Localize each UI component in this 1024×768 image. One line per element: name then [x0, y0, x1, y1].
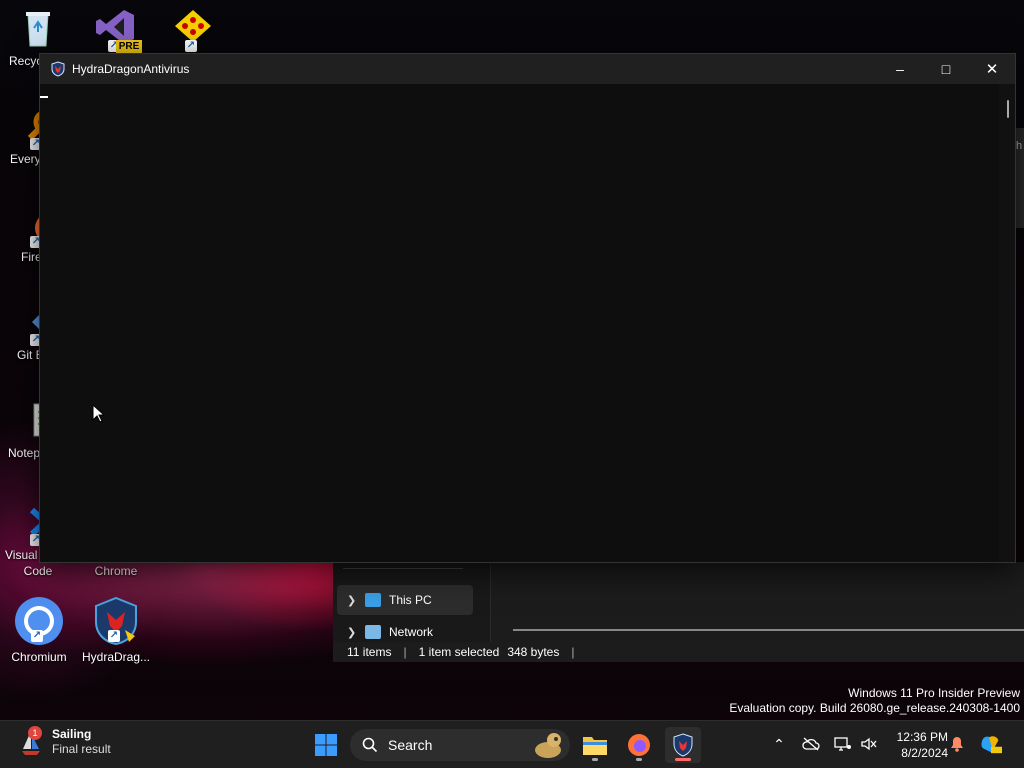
- computer-icon: [365, 593, 381, 607]
- show-hidden-icons-chevron-up-icon[interactable]: ⌃: [768, 733, 790, 755]
- hydradragon-icon: [673, 733, 693, 757]
- desktop-icon-label: Chromium: [11, 650, 67, 664]
- desktop-icon-label: Chrome: [94, 564, 138, 578]
- desktop-icon-visual-studio[interactable]: ↗ PRE: [78, 6, 154, 54]
- chromium-icon: ↗: [15, 596, 63, 645]
- shortcut-arrow-icon: ↗: [108, 630, 120, 642]
- text-caret: [40, 96, 48, 98]
- horizontal-scrollbar[interactable]: [513, 629, 1024, 631]
- vertical-scrollbar-thumb[interactable]: [1007, 100, 1009, 118]
- visual-studio-preview-icon: ↗ PRE: [94, 6, 142, 54]
- notification-badge: 1: [28, 726, 42, 740]
- preview-badge: PRE: [116, 40, 142, 54]
- running-indicator: [636, 758, 642, 761]
- search-highlight-icon: [535, 733, 561, 758]
- windows-evaluation-watermark: Windows 11 Pro Insider Preview Evaluatio…: [729, 686, 1020, 716]
- clock-date: 8/2/2024: [901, 746, 948, 760]
- desktop-icon-label: Code: [23, 564, 53, 578]
- nav-item-this-pc[interactable]: ❯ This PC: [337, 585, 473, 615]
- background-window-text: h: [1016, 140, 1023, 152]
- onedrive-offline-icon[interactable]: [800, 733, 822, 755]
- taskbar-hydradragon[interactable]: [665, 727, 701, 763]
- windows-logo-icon: [315, 734, 337, 756]
- minimize-button[interactable]: –: [877, 54, 923, 84]
- weather-widget[interactable]: 1 Sailing Final result: [20, 726, 111, 757]
- explorer-nav-pane: ❯ This PC ❯ Network: [333, 562, 491, 642]
- vertical-scroll-track[interactable]: [999, 84, 1015, 562]
- taskbar-search[interactable]: Search: [350, 729, 570, 761]
- notification-bell-icon[interactable]: [946, 733, 968, 755]
- firefox-icon: [628, 734, 650, 756]
- search-label: Search: [388, 737, 433, 753]
- taskbar: 1 Sailing Final result Search ⌃ 12:36 PM: [0, 720, 1024, 768]
- start-button[interactable]: [308, 727, 344, 763]
- status-size: 348 bytes: [507, 645, 560, 659]
- active-indicator: [675, 758, 691, 761]
- nav-item-label: This PC: [389, 593, 432, 607]
- folder-icon: [583, 737, 607, 755]
- desktop-icon-pidgin[interactable]: ↗: [155, 6, 231, 54]
- copilot-preview-icon[interactable]: [980, 733, 1002, 755]
- explorer-status-bar: 11 items | 1 item selected 348 bytes |: [333, 642, 1024, 662]
- watermark-line-1: Windows 11 Pro Insider Preview: [848, 686, 1020, 700]
- hydradragon-window[interactable]: HydraDragonAntivirus – □ ✕: [39, 53, 1016, 563]
- clock-time: 12:36 PM: [896, 730, 948, 744]
- desktop-icon-chromium[interactable]: ↗ Chromium: [1, 596, 77, 664]
- network-icon: [365, 625, 381, 639]
- status-selection: 1 item selected: [418, 645, 500, 659]
- shortcut-arrow-icon: ↗: [185, 40, 197, 52]
- status-separator: |: [403, 645, 407, 659]
- volume-muted-icon[interactable]: [858, 733, 880, 755]
- pidgin-icon: ↗: [171, 6, 215, 52]
- window-title: HydraDragonAntivirus: [72, 62, 190, 76]
- watermark-line-2: Evaluation copy. Build 26080.ge_release.…: [729, 701, 1020, 715]
- widget-title: Sailing: [52, 727, 92, 741]
- close-button[interactable]: ✕: [969, 54, 1015, 84]
- desktop-icon-label-chrome[interactable]: Chrome: [78, 564, 154, 578]
- mouse-pointer-icon: [92, 404, 104, 423]
- app-content-area[interactable]: [40, 84, 1015, 562]
- desktop-icon-hydradragon[interactable]: ↗ HydraDrag...: [78, 596, 154, 664]
- status-separator: |: [571, 645, 575, 659]
- file-explorer-window: ❯ This PC ❯ Network 11 items | 1 item se…: [333, 562, 1024, 662]
- shield-icon: [51, 61, 65, 77]
- desktop-icon-label-code: Code: [0, 564, 76, 578]
- widget-subtitle: Final result: [52, 742, 111, 756]
- nav-divider: [343, 568, 463, 569]
- window-titlebar[interactable]: HydraDragonAntivirus – □ ✕: [40, 54, 1015, 84]
- status-item-count: 11 items: [347, 645, 392, 659]
- system-clock[interactable]: 12:36 PM 8/2/2024: [884, 729, 948, 761]
- search-icon: [362, 737, 378, 753]
- desktop-icon-label: HydraDrag...: [81, 650, 151, 664]
- chevron-right-icon[interactable]: ❯: [347, 626, 357, 639]
- nav-item-label: Network: [389, 625, 434, 639]
- maximize-button[interactable]: □: [923, 54, 969, 84]
- running-indicator: [592, 758, 598, 761]
- taskbar-file-explorer[interactable]: [577, 727, 613, 763]
- chevron-right-icon[interactable]: ❯: [347, 594, 357, 607]
- hydradragon-icon: ↗: [94, 596, 138, 646]
- shortcut-arrow-icon: ↗: [31, 630, 43, 642]
- taskbar-firefox[interactable]: [621, 727, 657, 763]
- recycle-bin-icon: [16, 6, 60, 50]
- sailing-icon: 1: [20, 726, 42, 757]
- network-status-icon[interactable]: [832, 733, 854, 755]
